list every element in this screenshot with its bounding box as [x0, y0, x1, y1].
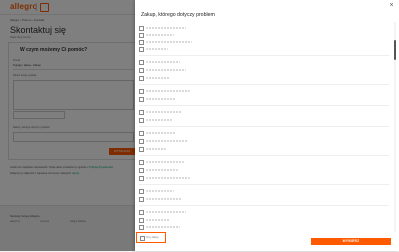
checkbox[interactable]: [139, 189, 144, 194]
checkbox[interactable]: [139, 160, 144, 165]
purchase-text: [146, 119, 172, 121]
purchase-text: [146, 177, 190, 179]
purchase-text: [146, 41, 192, 43]
checkbox[interactable]: [139, 197, 144, 202]
purchase-text: [146, 27, 186, 29]
checkbox[interactable]: [139, 110, 144, 115]
checkbox[interactable]: [139, 68, 144, 73]
checkbox[interactable]: [139, 97, 144, 102]
checkbox[interactable]: [139, 139, 144, 144]
checkbox[interactable]: [139, 225, 144, 230]
purchase-list: [135, 22, 393, 232]
purchase-text: [146, 111, 182, 113]
checkbox[interactable]: [139, 60, 144, 65]
select-button[interactable]: WYBIERZ: [311, 238, 391, 245]
other-purchase-label: Inny zakup: [146, 236, 159, 239]
other-purchase-option[interactable]: Inny zakup: [136, 232, 166, 243]
group-divider: [139, 205, 389, 206]
checkbox[interactable]: [139, 168, 144, 173]
purchase-text: [146, 226, 180, 228]
purchase-select-drawer: × Zakup, którego dotyczy problem Inny za…: [135, 0, 399, 251]
checkbox[interactable]: [139, 218, 144, 223]
checkbox[interactable]: [139, 40, 144, 45]
purchase-text: [146, 140, 188, 142]
drawer-title: Zakup, którego dotyczy problem: [141, 12, 215, 18]
group-divider: [139, 55, 389, 56]
checkbox[interactable]: [139, 89, 144, 94]
scrollbar-thumb[interactable]: [394, 40, 396, 60]
checkbox[interactable]: [139, 26, 144, 31]
purchase-text: [146, 69, 186, 71]
purchase-text: [146, 132, 176, 134]
purchase-text: [146, 48, 168, 50]
checkbox[interactable]: [139, 147, 144, 152]
purchase-text: [146, 169, 178, 171]
purchase-text: [146, 161, 184, 163]
purchase-text: [146, 34, 174, 36]
checkbox[interactable]: [139, 118, 144, 123]
close-icon[interactable]: ×: [388, 2, 395, 9]
group-divider: [139, 155, 389, 156]
checkbox[interactable]: [139, 76, 144, 81]
purchase-text: [146, 211, 186, 213]
checkbox[interactable]: [140, 236, 145, 241]
checkbox[interactable]: [139, 33, 144, 38]
purchase-text: [146, 77, 170, 79]
checkbox[interactable]: [139, 210, 144, 215]
group-divider: [139, 105, 389, 106]
group-divider: [139, 126, 389, 127]
checkbox[interactable]: [139, 47, 144, 52]
checkbox[interactable]: [139, 131, 144, 136]
purchase-text: [146, 198, 182, 200]
purchase-text: [146, 98, 176, 100]
purchase-text: [146, 148, 166, 150]
purchase-text: [146, 219, 170, 221]
purchase-text: [146, 61, 180, 63]
purchase-text: [146, 190, 174, 192]
group-divider: [139, 184, 389, 185]
group-divider: [139, 84, 389, 85]
purchase-text: [146, 90, 190, 92]
checkbox[interactable]: [139, 176, 144, 181]
